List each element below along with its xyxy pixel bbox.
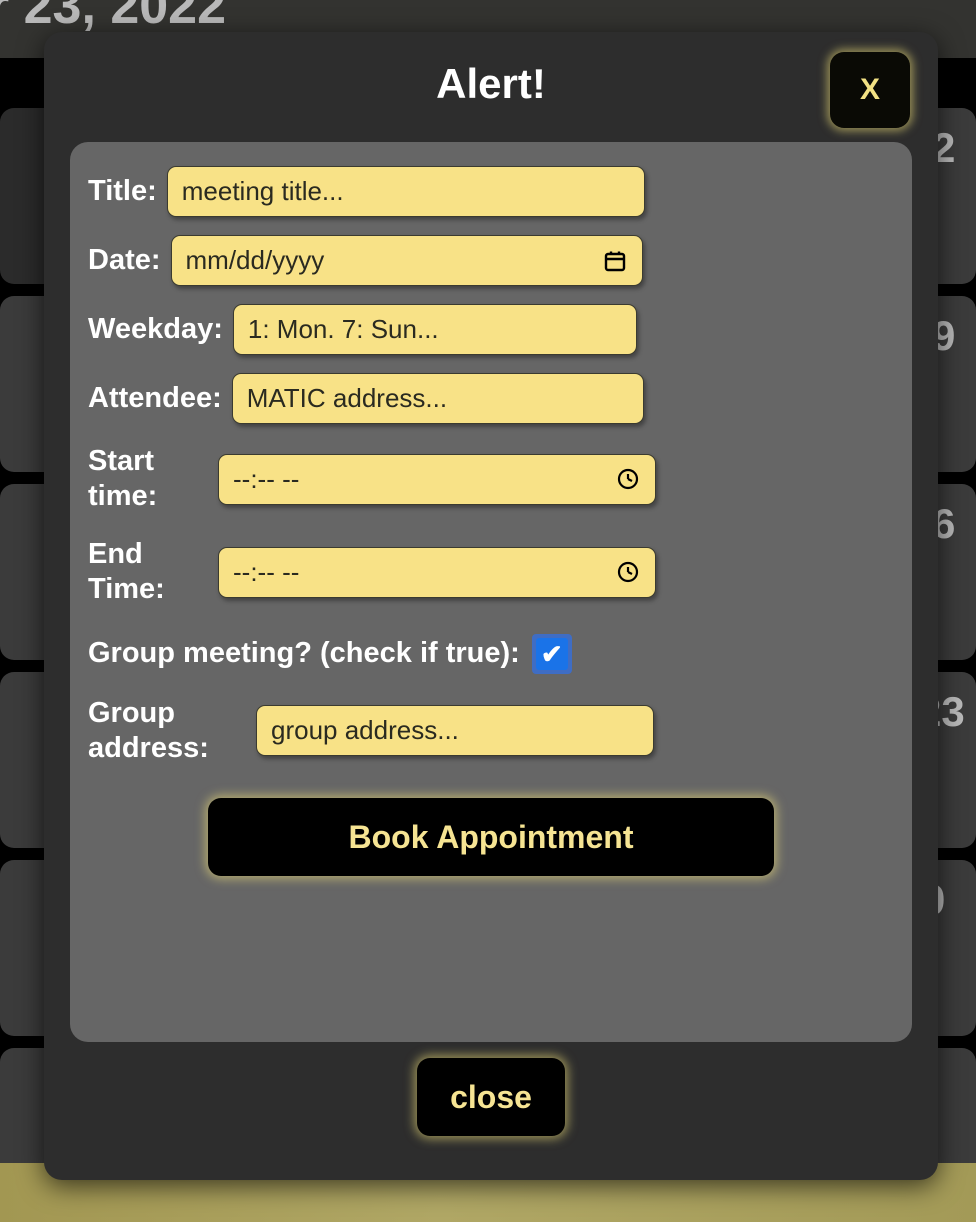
group-address-input[interactable]	[256, 705, 654, 757]
start-time-label: Start time:	[88, 444, 218, 515]
alert-modal: Alert! X Title: Date:	[44, 32, 938, 1180]
modal-title: Alert!	[436, 60, 546, 107]
group-address-label-line1: Group	[88, 696, 175, 729]
end-time-label-line1: End	[88, 537, 143, 570]
start-time-label-line2: time:	[88, 480, 158, 513]
form-row-end-time: End Time:	[70, 537, 912, 608]
form-row-weekday: Weekday:	[70, 304, 912, 355]
background-month-title: er 23, 2022	[0, 0, 227, 35]
start-time-input[interactable]	[218, 453, 656, 505]
book-appointment-button[interactable]: Book Appointment	[208, 798, 774, 877]
group-address-label: Group address:	[88, 696, 256, 767]
calendar-page: er 23, 2022 2 9 6 23 0	[0, 0, 976, 1222]
attendee-label: Attendee:	[88, 381, 222, 414]
start-time-input-wrapper	[218, 453, 656, 505]
title-input[interactable]	[166, 166, 645, 217]
weekday-label: Weekday:	[88, 312, 223, 345]
form-row-attendee: Attendee:	[70, 373, 912, 424]
group-meeting-label: Group meeting? (check if true):	[88, 637, 520, 669]
date-input-wrapper	[170, 235, 643, 286]
group-address-label-line2: address:	[88, 731, 209, 764]
group-meeting-checkbox[interactable]	[531, 633, 572, 674]
date-input[interactable]	[170, 235, 643, 286]
close-x-button[interactable]: X	[830, 52, 910, 128]
close-button[interactable]: close	[417, 1058, 565, 1136]
form-row-date: Date:	[70, 235, 912, 286]
attendee-input[interactable]	[231, 373, 644, 424]
end-time-input-wrapper	[218, 546, 656, 598]
weekday-input[interactable]	[232, 304, 637, 355]
start-time-label-line1: Start	[88, 445, 155, 477]
form-row-group-address: Group address:	[70, 696, 912, 767]
form-row-title: Title:	[70, 166, 912, 217]
form-row-group-meeting: Group meeting? (check if true):	[70, 633, 912, 674]
end-time-input[interactable]	[218, 546, 656, 598]
appointment-form-panel: Title: Date: Weekday:	[70, 142, 912, 1042]
title-label: Title:	[88, 174, 157, 207]
date-label: Date:	[88, 243, 161, 276]
end-time-label: End Time:	[88, 537, 218, 608]
form-row-start-time: Start time:	[70, 444, 912, 515]
end-time-label-line2: Time:	[88, 573, 165, 606]
modal-header: Alert! X	[44, 32, 938, 142]
